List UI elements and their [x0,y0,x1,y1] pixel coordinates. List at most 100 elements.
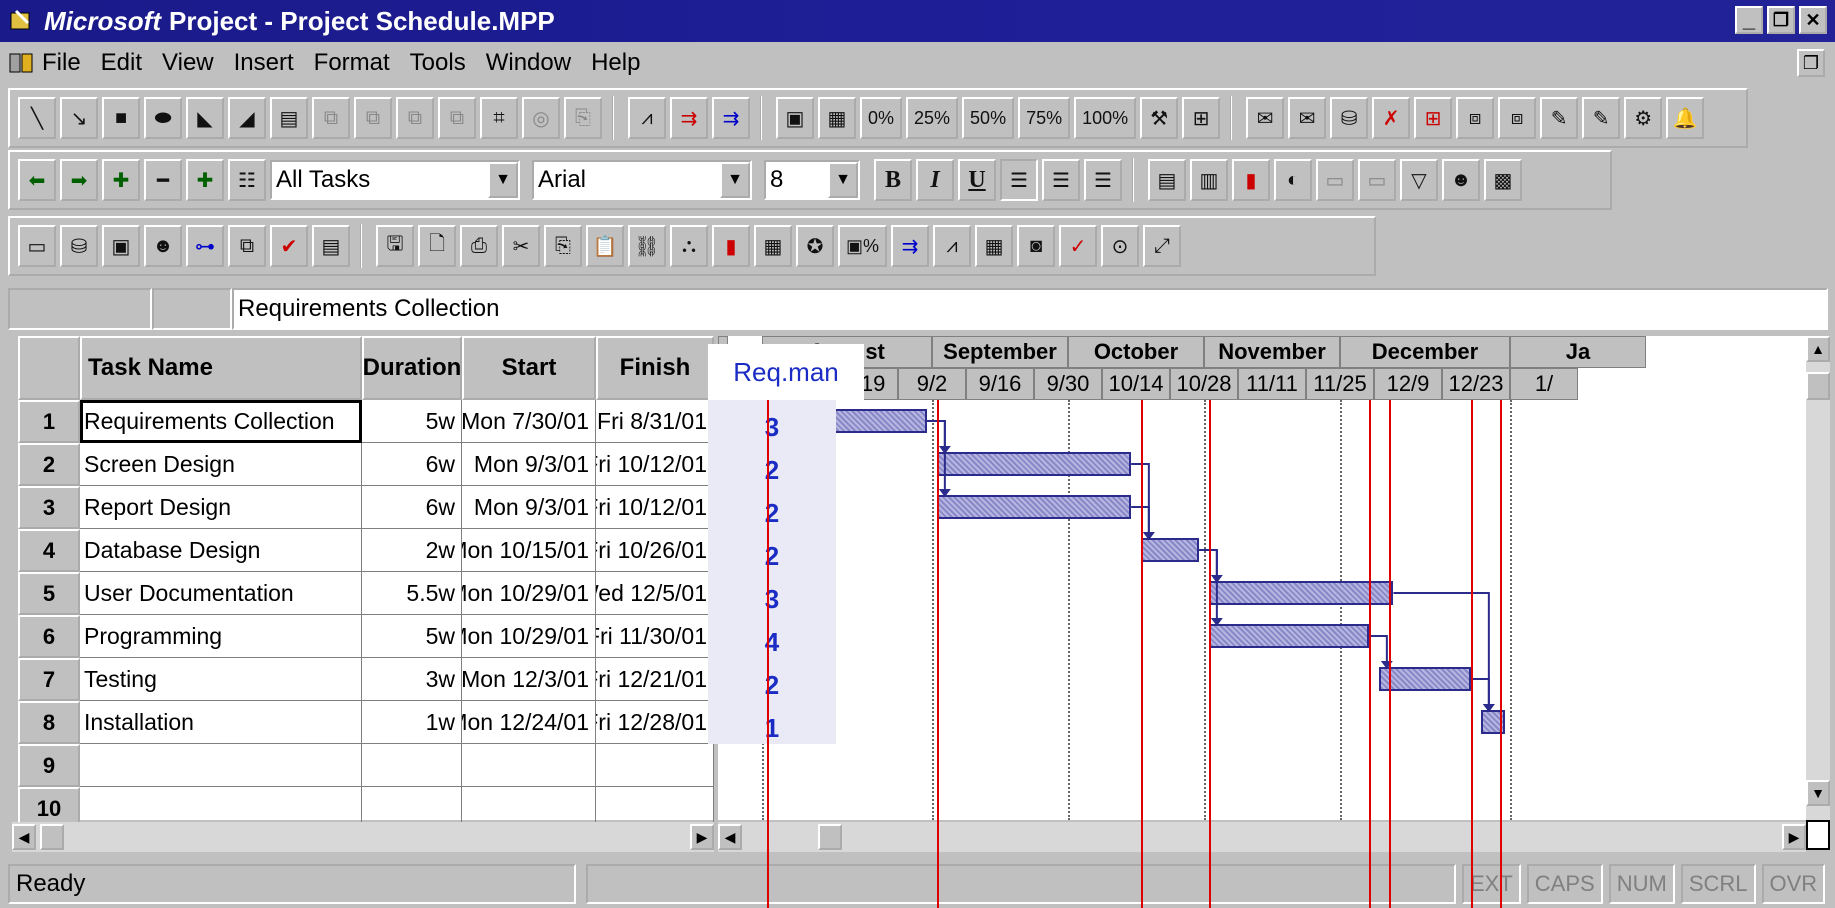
attach-icon[interactable]: ⎘ [564,97,602,139]
chevron-down-icon[interactable]: ▼ [488,162,518,198]
percent-75-button[interactable]: 75% [1018,97,1071,139]
goto-task-icon[interactable]: ⊙ [1101,225,1140,267]
menu-tools[interactable]: Tools [410,49,466,77]
resource-graph-icon[interactable]: ▮ [1232,159,1270,201]
scroll-right-icon[interactable]: ▶ [1782,824,1806,850]
maximize-button[interactable]: ❐ [1767,6,1795,34]
cut-icon[interactable]: ✂ [502,225,540,267]
delete-icon[interactable]: ✗ [1372,97,1411,139]
scroll-left-icon[interactable]: ◀ [12,824,36,850]
gantt-horizontal-scrollbar[interactable]: ◀ ▶ [718,822,1806,852]
row-number[interactable]: 9 [18,744,80,787]
hyperlink-icon[interactable]: ✎ [1582,97,1621,139]
task-name-cell[interactable]: Programming [80,615,362,658]
copy-view-icon[interactable]: ⧉ [228,225,266,267]
chevron-down-icon[interactable]: ▼ [828,162,858,198]
percent-25-button[interactable]: 25% [906,97,959,139]
web-icon[interactable]: ✎ [1540,97,1579,139]
row-number[interactable]: 3 [18,486,80,529]
zoom-icon[interactable]: ⤢ [1143,225,1182,267]
close-button[interactable]: ✕ [1799,6,1827,34]
task-name-cell[interactable]: Report Design [80,486,362,529]
critical-icon[interactable]: ⩘ [933,225,972,267]
backward-icon[interactable]: ⧉ [438,97,476,139]
grid-horizontal-scrollbar[interactable]: ◀ ▶ [12,822,714,852]
select-all-header[interactable] [18,336,80,400]
duration-cell[interactable]: 6w [362,443,462,486]
database-icon[interactable]: ⛁ [60,225,98,267]
scroll-up-icon[interactable]: ▲ [1806,336,1830,362]
row-number[interactable]: 2 [18,443,80,486]
pert-icon[interactable]: ⊞ [1414,97,1453,139]
copy-icon[interactable]: ⎘ [544,225,582,267]
timescale-icon[interactable]: ▩ [1484,159,1522,201]
link-tasks-icon[interactable]: ⛓ [628,225,666,267]
assign-resources-icon[interactable]: ☻ [1442,159,1480,201]
info-icon[interactable]: ▦ [754,225,792,267]
table-row[interactable]: 7 Testing 3w Mon 12/3/01 Fri 12/21/01 [18,658,714,701]
finish-cell[interactable] [596,744,714,787]
bell-icon[interactable]: 🔔 [1666,97,1705,139]
start-cell[interactable]: Mon 10/29/01 [462,572,596,615]
finish-cell[interactable]: Wed 12/5/01 [596,572,714,615]
duration-cell[interactable]: 5w [362,615,462,658]
menu-insert[interactable]: Insert [234,49,294,77]
task-name-cell[interactable]: User Documentation [80,572,362,615]
percent-complete-button[interactable]: ▣% [838,225,888,267]
table-row[interactable]: 5User Documentation5.5wMon 10/29/01Wed 1… [18,572,714,615]
reschedule-icon[interactable]: ⇉ [712,97,750,139]
start-cell[interactable]: Mon 9/3/01 [462,486,596,529]
header-start[interactable]: Start [462,336,596,400]
wizard-icon[interactable]: ◐ [1274,159,1312,201]
task-info-icon[interactable]: ▣ [776,97,814,139]
outline-icon[interactable]: ☷ [228,159,266,201]
arrow-tool-icon[interactable]: ↘ [60,97,98,139]
forward-icon[interactable]: ⧉ [396,97,434,139]
publish-icon[interactable]: ✉ [1288,97,1327,139]
scroll-thumb[interactable] [1806,372,1830,400]
table-icon[interactable]: ▭ [18,225,56,267]
start-cell[interactable]: Mon 7/30/01 [462,400,596,443]
duration-cell[interactable] [362,744,462,787]
filter-icon[interactable]: ▽ [1400,159,1438,201]
finish-cell[interactable]: Fri 11/30/01 [596,615,714,658]
task-name-cell[interactable]: Database Design [80,529,362,572]
underline-button[interactable]: U [958,159,996,201]
task-name-cell[interactable]: Testing [80,658,362,701]
header-finish[interactable]: Finish [596,336,714,400]
menu-format[interactable]: Format [314,49,390,77]
task-usage-icon[interactable]: ▥ [1190,159,1228,201]
percent-0-button[interactable]: 0% [860,97,903,139]
row-number[interactable]: 5 [18,572,80,615]
calculator-icon[interactable]: ▦ [975,225,1014,267]
hide-subtasks-icon[interactable]: ━ [144,159,182,201]
copy-picture-icon[interactable]: ▭ [1316,159,1354,201]
resize-corner-icon[interactable] [1806,820,1830,850]
chart-icon[interactable]: ▮ [712,225,750,267]
link-icon[interactable]: ⧈ [1456,97,1495,139]
menu-window[interactable]: Window [486,49,571,77]
italic-button[interactable]: I [916,159,954,201]
duration-cell[interactable]: 1w [362,701,462,744]
split-icon[interactable]: ⛬ [670,225,708,267]
network-icon[interactable]: ⊶ [186,225,224,267]
scroll-down-icon[interactable]: ▼ [1806,780,1830,806]
critical-path-icon[interactable]: ⩘ [628,97,666,139]
row-number[interactable]: 4 [18,529,80,572]
table-row[interactable]: 4 Database Design 2w Mon 10/15/01 Fri 10/26/… [18,529,714,572]
check-icon[interactable]: ✔ [270,225,308,267]
start-cell[interactable] [462,744,596,787]
finish-cell[interactable]: Fri 12/21/01 [596,658,714,701]
duration-cell[interactable]: 3w [362,658,462,701]
start-cell[interactable]: Mon 12/3/01 [462,658,596,701]
row-number[interactable]: 8 [18,701,80,744]
vertical-scrollbar[interactable]: ▲ ▼ [1806,336,1830,820]
header-duration[interactable]: Duration [362,336,462,400]
text-box-icon[interactable]: ▤ [270,97,308,139]
workgroup-icon[interactable]: ⊞ [1182,97,1221,139]
task-name-cell[interactable] [80,744,362,787]
scroll-left-icon[interactable]: ◀ [718,824,742,850]
resource-icon[interactable]: ⛁ [1330,97,1369,139]
entry-field[interactable]: Requirements Collection [232,288,1828,330]
duration-cell[interactable]: 5.5w [362,572,462,615]
